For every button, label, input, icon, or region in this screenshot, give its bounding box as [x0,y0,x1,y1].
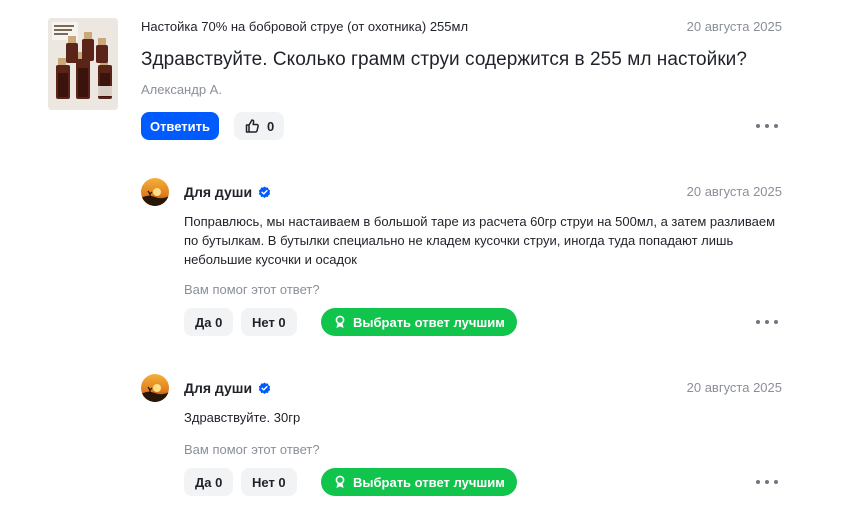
verified-check-icon [258,381,271,394]
product-title[interactable]: Настойка 70% на бобровой струе (от охотн… [141,19,468,34]
avatar-sunset-image [141,178,169,206]
answer-card: Для души 20 августа 2025 Поправлюсь, мы … [0,178,848,338]
answer-date: 20 августа 2025 [686,184,782,199]
answer-date: 20 августа 2025 [686,380,782,395]
best-answer-button[interactable]: Выбрать ответ лучшим [321,468,517,496]
avatar[interactable] [141,178,169,206]
avatar[interactable] [141,374,169,402]
like-count: 0 [267,118,275,134]
question-card: Настойка 70% на бобровой струе (от охотн… [0,0,848,160]
thumbs-up-icon [245,119,259,133]
question-author: Александр А. [141,82,222,97]
vote-yes-button[interactable]: Да 0 [184,468,234,496]
best-answer-label: Выбрать ответ лучшим [353,474,505,490]
verified-check-icon [258,185,271,198]
more-dots-icon [756,124,760,128]
award-ribbon-icon [335,315,345,328]
award-ribbon-icon [335,475,345,488]
best-answer-button[interactable]: Выбрать ответ лучшим [321,308,517,336]
answer-text: Здравствуйте. 30гр [184,410,301,425]
question-text: Здравствуйте. Сколько грамм струи содерж… [141,49,747,70]
question-date: 20 августа 2025 [686,19,782,34]
question-more-button[interactable] [756,119,778,133]
product-thumbnail[interactable] [48,18,118,110]
product-bottles-image [48,18,118,110]
vote-yes-button[interactable]: Да 0 [184,308,234,336]
helpful-prompt: Вам помог этот ответ? [184,282,320,297]
more-dots-icon [756,480,760,484]
more-dots-icon [756,320,760,324]
answer-author: Для души [184,380,271,396]
answer-more-button[interactable] [756,475,778,489]
like-button[interactable]: 0 [234,112,285,140]
answer-author-name: Для души [184,380,253,396]
answer-text: Поправлюсь, мы настаиваем в большой таре… [184,214,776,267]
answer-more-button[interactable] [756,315,778,329]
reply-button[interactable]: Ответить [141,112,219,140]
answer-author: Для души [184,184,271,200]
vote-no-button[interactable]: Нет 0 [241,468,297,496]
answer-author-name: Для души [184,184,253,200]
best-answer-label: Выбрать ответ лучшим [353,314,505,330]
vote-no-button[interactable]: Нет 0 [241,308,297,336]
avatar-sunset-image [141,374,169,402]
answer-card: Для души 20 августа 2025 Здравствуйте. 3… [0,374,848,504]
helpful-prompt: Вам помог этот ответ? [184,442,320,457]
